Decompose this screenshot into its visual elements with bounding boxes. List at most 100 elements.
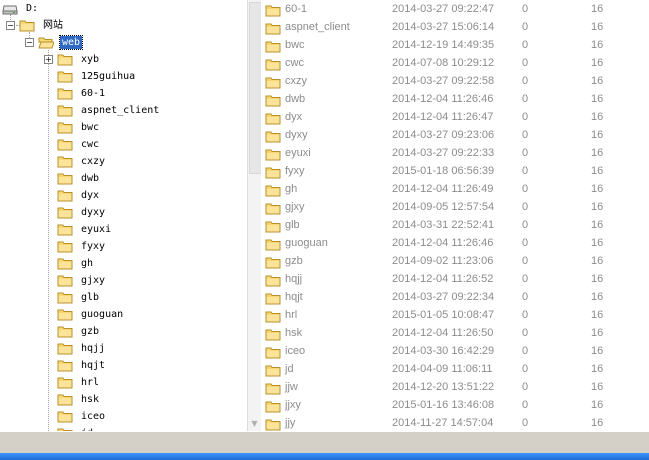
list-item[interactable]: jd 2014-04-09 11:06:11 0 16 [261, 361, 649, 379]
tree-item-label: dwb [81, 173, 100, 184]
tree-item-label: hqjt [81, 360, 106, 371]
folder-icon [57, 122, 73, 134]
file-name: jjw [285, 381, 298, 393]
tree-item[interactable]: 60-1 [57, 85, 107, 102]
scroll-down-icon[interactable]: ▼ [250, 419, 259, 429]
list-item[interactable]: dwb 2014-12-04 11:26:46 0 16 [261, 91, 649, 109]
file-attributes: 16 [591, 147, 604, 159]
tree-item[interactable]: hsk [57, 391, 101, 408]
tree-item[interactable]: dyx [57, 187, 101, 204]
list-item[interactable]: iceo 2014-03-30 16:42:29 0 16 [261, 343, 649, 361]
list-item[interactable]: cxzy 2014-03-27 09:22:58 0 16 [261, 73, 649, 91]
folder-icon [57, 207, 73, 219]
tree-item-label-selected: web [58, 35, 84, 50]
tree-item[interactable]: gjxy [57, 272, 107, 289]
file-size: 0 [522, 21, 529, 33]
list-item[interactable]: hqjt 2014-03-27 09:22:34 0 16 [261, 289, 649, 307]
tree-item-label: fyxy [81, 241, 106, 252]
file-name: bwc [285, 39, 305, 51]
list-item[interactable]: jjw 2014-12-20 13:51:22 0 16 [261, 379, 649, 397]
list-item[interactable]: eyuxi 2014-03-27 09:22:33 0 16 [261, 145, 649, 163]
tree-item[interactable]: eyuxi [57, 221, 113, 238]
modified-date: 2015-01-18 06:56:39 [392, 165, 495, 177]
list-item[interactable]: dyxy 2014-03-27 09:23:06 0 16 [261, 127, 649, 145]
list-item[interactable]: gjxy 2014-09-05 12:57:54 0 16 [261, 199, 649, 217]
file-attributes: 16 [591, 363, 604, 375]
list-item[interactable]: dyx 2014-12-04 11:26:47 0 16 [261, 109, 649, 127]
file-size: 0 [522, 201, 529, 213]
file-size: 0 [522, 219, 529, 231]
file-size: 0 [522, 399, 529, 411]
file-name: jjy [285, 417, 296, 429]
file-attributes: 16 [591, 345, 604, 357]
list-item[interactable]: jjxy 2015-01-16 13:46:08 0 16 [261, 397, 649, 415]
tree-item[interactable]: bwc [57, 119, 101, 136]
folder-icon [265, 311, 281, 323]
folder-open-icon [38, 37, 54, 49]
tree-item[interactable]: dwb [57, 170, 101, 187]
tree-item-label: hsk [81, 394, 100, 405]
tree-item-label: 网站 [43, 20, 63, 31]
tree-item[interactable]: 125guihua [57, 68, 137, 85]
list-item[interactable]: cwc 2014-07-08 10:29:12 0 16 [261, 55, 649, 73]
folder-icon [57, 54, 73, 66]
folder-icon [57, 411, 73, 423]
tree-item-label: dyxy [81, 207, 106, 218]
file-size: 0 [522, 39, 529, 51]
list-item[interactable]: jjy 2014-11-27 14:57:04 0 16 [261, 415, 649, 431]
tree-item[interactable]: gzb [57, 323, 101, 340]
file-attributes: 16 [591, 3, 604, 15]
folder-icon [57, 394, 73, 406]
tree-item-label: hrl [81, 377, 100, 388]
modified-date: 2014-12-04 11:26:46 [392, 93, 494, 105]
list-item[interactable]: glb 2014-03-31 22:52:41 0 16 [261, 217, 649, 235]
tree-item[interactable]: dyxy [57, 204, 107, 221]
tree-item[interactable]: glb [57, 289, 101, 306]
list-item[interactable]: guoguan 2014-12-04 11:26:46 0 16 [261, 235, 649, 253]
list-item[interactable]: gzb 2014-09-02 11:23:06 0 16 [261, 253, 649, 271]
tree-item[interactable]: hqjj [57, 340, 107, 357]
list-item[interactable]: fyxy 2015-01-18 06:56:39 0 16 [261, 163, 649, 181]
file-attributes: 16 [591, 237, 604, 249]
tree-item-drive[interactable]: D: [2, 0, 40, 17]
file-size: 0 [522, 381, 529, 393]
list-item[interactable]: aspnet_client 2014-03-27 15:06:14 0 16 [261, 19, 649, 37]
tree-item[interactable]: aspnet_client [57, 102, 161, 119]
tree-item-label: cwc [81, 139, 100, 150]
file-size: 0 [522, 111, 529, 123]
file-name: hsk [285, 327, 303, 339]
file-attributes: 16 [591, 381, 604, 393]
list-item[interactable]: 60-1 2014-03-27 09:22:47 0 16 [261, 1, 649, 19]
tree-item-root[interactable]: − 网站 [6, 17, 65, 34]
tree-item[interactable]: gh [57, 255, 95, 272]
list-item[interactable]: hrl 2015-01-05 10:08:47 0 16 [261, 307, 649, 325]
list-item[interactable]: hsk 2014-12-04 11:26:50 0 16 [261, 325, 649, 343]
tree-item[interactable]: fyxy [57, 238, 107, 255]
vertical-scrollbar[interactable]: ▼ [247, 0, 262, 431]
file-attributes: 16 [591, 21, 604, 33]
status-bar [0, 431, 649, 454]
tree-item[interactable]: guoguan [57, 306, 125, 323]
folder-icon [57, 275, 73, 287]
file-name: gjxy [285, 201, 305, 213]
modified-date: 2014-03-30 16:42:29 [392, 345, 495, 357]
collapse-icon[interactable]: − [6, 21, 15, 30]
tree-item[interactable]: + xyb [44, 51, 101, 68]
tree-item-web[interactable]: − web [25, 34, 84, 51]
file-name: cxzy [285, 75, 307, 87]
tree-item[interactable]: iceo [57, 408, 107, 425]
list-item[interactable]: bwc 2014-12-19 14:49:35 0 16 [261, 37, 649, 55]
collapse-icon[interactable]: − [25, 38, 34, 47]
expand-icon[interactable]: + [44, 55, 53, 64]
list-item[interactable]: gh 2014-12-04 11:26:49 0 16 [261, 181, 649, 199]
modified-date: 2014-12-04 11:26:46 [392, 237, 494, 249]
file-name: hrl [285, 309, 298, 321]
tree-item[interactable]: cxzy [57, 153, 107, 170]
file-name: gzb [285, 255, 303, 267]
tree-item[interactable]: cwc [57, 136, 101, 153]
tree-item[interactable]: hrl [57, 374, 101, 391]
tree-item[interactable]: hqjt [57, 357, 107, 374]
list-item[interactable]: hqjj 2014-12-04 11:26:52 0 16 [261, 271, 649, 289]
modified-date: 2014-03-27 09:22:33 [392, 147, 495, 159]
file-size: 0 [522, 255, 529, 267]
